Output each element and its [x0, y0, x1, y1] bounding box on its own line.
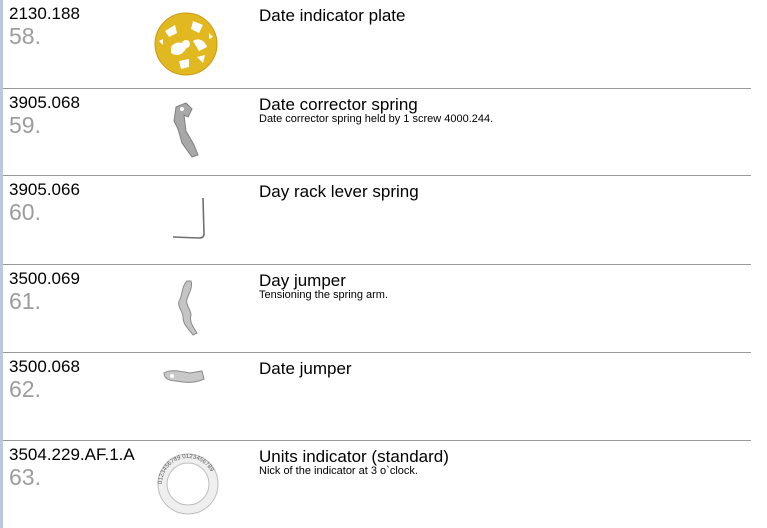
part-title: Units indicator (standard): [259, 447, 449, 466]
date-jumper-image: [160, 367, 206, 387]
part-code: 3504.229.AF.1.A: [9, 445, 135, 464]
day-jumper-image: [173, 277, 203, 341]
part-row: 3905.068 59. Date corrector spring Date …: [3, 89, 751, 176]
part-number: 58.: [9, 23, 41, 49]
part-row: 3500.069 61. Day jumper Tensioning the s…: [3, 265, 751, 353]
part-row: 2130.188 58. Date indicator plate: [3, 0, 751, 89]
part-code: 3500.068: [9, 357, 80, 376]
part-code: 3905.068: [9, 93, 80, 112]
part-title: Date jumper: [259, 359, 352, 378]
part-number: 60.: [9, 199, 41, 225]
part-code: 3500.069: [9, 269, 80, 288]
date-corrector-spring-image: [168, 99, 208, 161]
part-title: Date indicator plate: [259, 6, 406, 25]
day-rack-lever-spring-image: [167, 194, 211, 244]
part-description: Nick of the indicator at 3 o`clock.: [259, 465, 418, 477]
part-code: 3905.066: [9, 180, 80, 199]
part-number: 63.: [9, 464, 41, 490]
part-title: Day jumper: [259, 271, 346, 290]
date-indicator-plate-image: [153, 11, 219, 77]
part-number: 59.: [9, 112, 41, 138]
part-row: 3504.229.AF.1.A 63. 0123456789 012345678…: [3, 441, 751, 528]
part-number: 61.: [9, 288, 41, 314]
part-number: 62.: [9, 376, 41, 402]
part-description: Date corrector spring held by 1 screw 40…: [259, 113, 494, 125]
part-title: Date corrector spring: [259, 95, 418, 114]
part-code: 2130.188: [9, 4, 80, 23]
part-row: 3905.066 60. Day rack lever spring: [3, 176, 751, 265]
part-title: Day rack lever spring: [259, 182, 419, 201]
part-description: Tensioning the spring arm.: [259, 289, 389, 301]
part-row: 3500.068 62. Date jumper: [3, 353, 751, 441]
parts-list: 2130.188 58. Date indicator plate 3905.0…: [3, 0, 751, 528]
units-indicator-ring-image: 0123456789 0123456789: [153, 449, 223, 519]
